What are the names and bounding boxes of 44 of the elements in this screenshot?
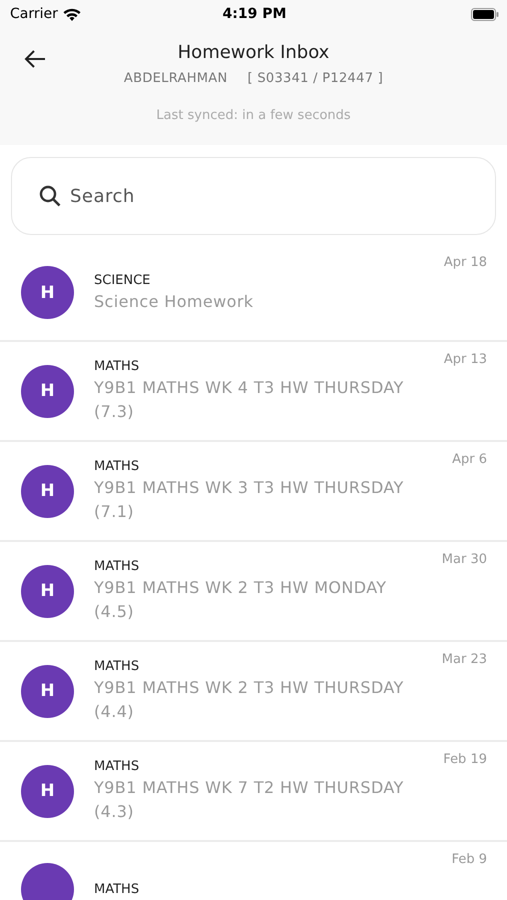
date-label: Mar 30 [442, 552, 487, 567]
homework-item[interactable]: H MATHS Y9B1 MATHS WK 2 T3 HW THURSDAY (4.4) Mar 23 [0, 642, 507, 742]
back-arrow-icon [24, 49, 46, 69]
homework-title: Science Homework [94, 290, 254, 312]
clock-time: 4:19 PM [222, 6, 286, 22]
search-field[interactable]: Search [11, 157, 496, 235]
page-title: Homework Inbox [178, 42, 330, 63]
homework-item[interactable]: H SCIENCE Science Homework Apr 18 [0, 245, 507, 342]
homework-title: Y9B1 MATHS WK 7 T2 HW THURSDAY (4.3) [94, 777, 405, 823]
subject-label: MATHS [94, 880, 140, 898]
date-label: Apr 6 [452, 452, 487, 467]
date-label: Feb 9 [452, 852, 487, 867]
student-name: ABDELRAHMAN [124, 71, 228, 86]
homework-item[interactable]: MATHS Feb 9 [0, 842, 507, 900]
last-synced-text: Last synced: in a few seconds [156, 108, 351, 123]
subject-label: MATHS [94, 758, 140, 776]
avatar: H [21, 764, 74, 818]
avatar: H [21, 266, 74, 319]
homework-title: Y9B1 MATHS WK 2 T3 HW MONDAY (4.5) [94, 577, 388, 623]
student-ids: [ S03341 / P12447 ] [248, 71, 384, 86]
subject-label: MATHS [94, 458, 140, 476]
avatar: H [21, 364, 74, 418]
homework-title: Y9B1 MATHS WK 3 T3 HW THURSDAY (7.1) [94, 477, 405, 523]
wifi-icon [62, 8, 81, 20]
homework-title: Y9B1 MATHS WK 2 T3 HW THURSDAY (4.4) [94, 677, 405, 723]
search-icon [39, 185, 61, 207]
date-label: Apr 18 [444, 255, 487, 270]
carrier-label: Carrier [10, 6, 58, 22]
battery-icon [470, 8, 499, 20]
date-label: Feb 19 [443, 752, 487, 767]
avatar: H [21, 664, 74, 718]
date-label: Apr 13 [444, 352, 487, 367]
homework-item[interactable]: H MATHS Y9B1 MATHS WK 4 T3 HW THURSDAY (7.3) Apr 13 [0, 342, 507, 442]
avatar: H [21, 564, 74, 618]
homework-item[interactable]: H MATHS Y9B1 MATHS WK 3 T3 HW THURSDAY (7.1) Apr 6 [0, 442, 507, 542]
avatar: H [21, 464, 74, 518]
subject-label: MATHS [94, 658, 140, 676]
homework-item[interactable]: H MATHS Y9B1 MATHS WK 7 T2 HW THURSDAY (4.3) Feb 19 [0, 742, 507, 842]
homework-item[interactable]: H MATHS Y9B1 MATHS WK 2 T3 HW MONDAY (4.5) Mar 30 [0, 542, 507, 642]
subject-label: MATHS [94, 558, 140, 576]
subject-label: SCIENCE [94, 272, 152, 290]
homework-title: Y9B1 MATHS WK 4 T3 HW THURSDAY (7.3) [94, 377, 405, 423]
date-label: Mar 23 [442, 652, 487, 667]
subject-label: MATHS [94, 358, 140, 376]
